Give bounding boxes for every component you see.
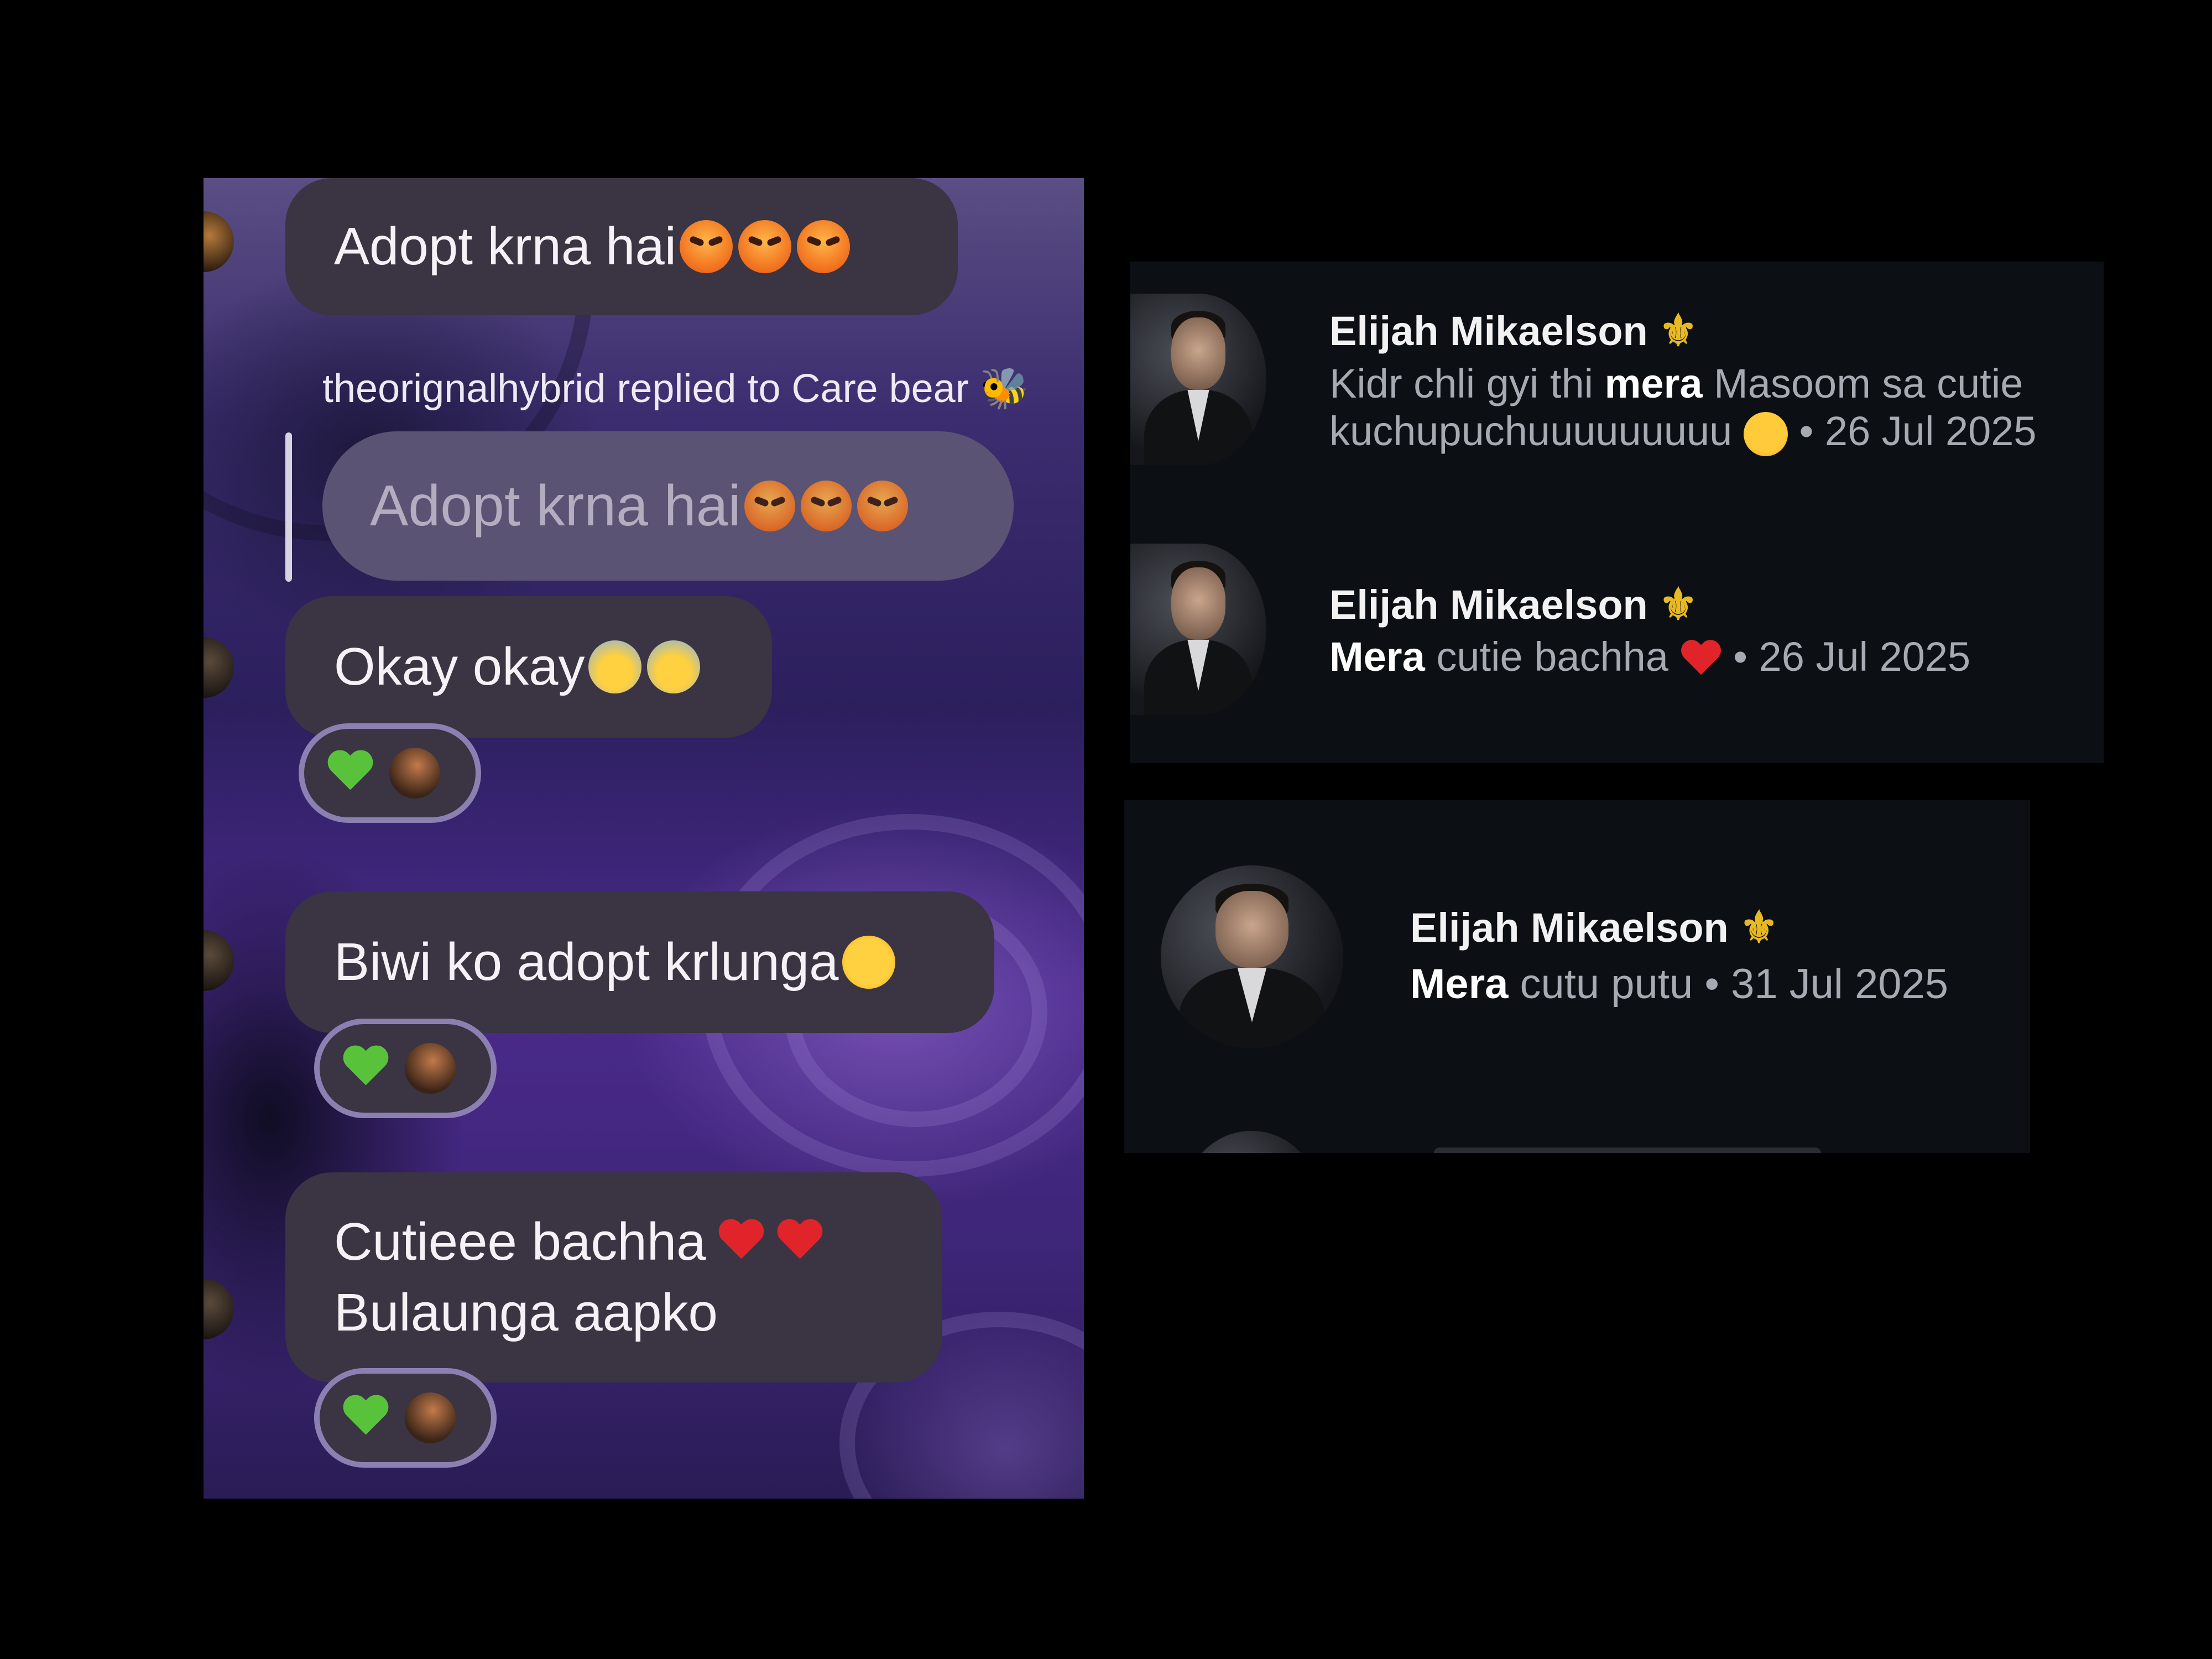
sender-avatar[interactable] [204, 1279, 234, 1339]
author-name: Elijah Mikaelson [1410, 905, 1729, 951]
notification-date: • 31 Jul 2025 [1704, 961, 1949, 1008]
message-text: Biwi ko adopt krlunga [334, 932, 839, 992]
message-text-line2: Bulaunga aapko [334, 1283, 718, 1342]
notification-panel: Elijah Mikaelson ⚜ Mera cutu putu • 31 J… [1124, 800, 2030, 1153]
author-name: Elijah Mikaelson [1329, 582, 1648, 628]
green-heart-icon [342, 1396, 389, 1440]
notification-author[interactable]: Elijah Mikaelson ⚜ [1410, 902, 1778, 953]
chat-message[interactable]: Adopt krna hai [285, 178, 958, 315]
reply-header: theorignalhybrid replied to Care bear 🐝 [322, 367, 1030, 411]
quoted-message[interactable]: Adopt krna hai [322, 431, 1014, 581]
angry-face-icon [744, 481, 795, 531]
quoted-message-text: Adopt krna hai [370, 473, 741, 538]
chat-message[interactable]: Cutieee bachha Bulaunga aapko [285, 1172, 942, 1383]
fleur-de-lis-icon: ⚜ [1658, 580, 1698, 629]
cut-off-notification [1434, 1147, 1821, 1153]
red-heart-icon [776, 1220, 823, 1264]
notification-author[interactable]: Elijah Mikaelson ⚜ [1329, 306, 1698, 356]
reaction-pill[interactable] [314, 1368, 497, 1468]
chat-message[interactable]: Biwi ko adopt krlunga [285, 891, 994, 1033]
notification-panel: Elijah Mikaelson ⚜ Kidr chli gyi thi mer… [1130, 262, 2104, 763]
reply-indicator-bar [285, 432, 292, 582]
text-bold: Mera [1329, 634, 1425, 680]
text-line2: kuchupuchuuuuuuuuu [1329, 408, 1733, 454]
angry-face-icon [680, 220, 733, 273]
reactor-avatar [405, 1043, 456, 1094]
profile-avatar[interactable] [1130, 294, 1266, 465]
author-name: Elijah Mikaelson [1329, 308, 1648, 354]
anxious-face-icon [588, 640, 641, 693]
reaction-pill[interactable] [299, 723, 481, 823]
red-heart-icon [1680, 640, 1722, 679]
fleur-de-lis-icon: ⚜ [1658, 306, 1698, 355]
text-bold: Mera [1410, 961, 1509, 1008]
profile-avatar[interactable] [1185, 1131, 1318, 1153]
message-text-line1: Cutieee bachha [334, 1212, 706, 1271]
anxious-face-icon [646, 640, 700, 693]
profile-avatar[interactable] [1130, 544, 1266, 715]
text-post: cutu putu [1508, 961, 1705, 1008]
text-post: cutie bachha [1425, 634, 1680, 680]
reactor-avatar [389, 748, 440, 799]
smiling-face-with-hearts-icon [1743, 412, 1788, 457]
chat-panel: Adopt krna hai theorignalhybrid replied … [204, 178, 1084, 1499]
red-heart-icon [717, 1220, 765, 1264]
sender-avatar[interactable] [204, 637, 234, 698]
text-pre: Kidr chli gyi thi [1329, 361, 1605, 406]
angry-face-icon [857, 481, 908, 531]
green-heart-icon [342, 1046, 389, 1091]
downcast-sweat-face-icon [842, 936, 895, 989]
chat-message[interactable]: Okay okay [285, 596, 772, 738]
notification-text[interactable]: Kidr chli gyi thi mera Masoom sa cutie k… [1329, 360, 2104, 457]
message-text: Okay okay [334, 637, 585, 696]
reaction-pill[interactable] [314, 1019, 497, 1118]
green-heart-icon [326, 751, 374, 795]
reactor-avatar [405, 1392, 456, 1443]
fleur-de-lis-icon: ⚜ [1739, 903, 1778, 952]
sender-avatar[interactable] [204, 930, 234, 991]
text-bold: mera [1604, 361, 1703, 406]
notification-date: • 26 Jul 2025 [1799, 408, 2037, 454]
profile-avatar[interactable] [1161, 865, 1343, 1048]
notification-author[interactable]: Elijah Mikaelson ⚜ [1329, 580, 1698, 630]
text-post: Masoom sa cutie [1702, 361, 2023, 406]
angry-face-icon [797, 220, 851, 273]
message-text: Adopt krna hai [334, 217, 677, 276]
notification-text[interactable]: Mera cutu putu • 31 Jul 2025 [1410, 961, 2030, 1008]
angry-face-icon [800, 481, 852, 531]
notification-text[interactable]: Mera cutie bachha • 26 Jul 2025 [1329, 633, 2104, 681]
notification-date: • 26 Jul 2025 [1733, 634, 1971, 680]
angry-face-icon [738, 220, 792, 273]
